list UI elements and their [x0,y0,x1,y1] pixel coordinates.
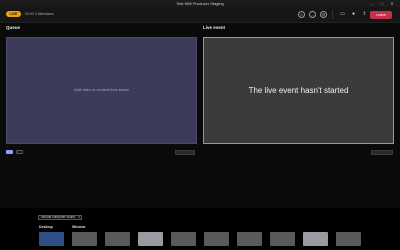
queue-hint: Add video or content from below [74,88,129,92]
live-event-title: Live event [203,25,226,30]
share-icon[interactable]: ⇪ [361,11,368,18]
live-event-panel: The live event hasn't started [203,37,394,144]
window-thumbnail[interactable] [171,232,196,246]
window-thumbnail[interactable] [303,232,328,246]
minimize-icon[interactable]: – [368,0,376,7]
elapsed-time: 00:00 [25,12,34,16]
audio-source-dropdown[interactable]: Include computer sound ▾ [38,215,82,220]
producer-toolbar: LIVE 00:00 0 Attendees ☺ … ⚙ ▭ ● ⇪ Leave [0,7,400,23]
title-bar: Test MW Producer Staging – □ ✕ [0,0,400,7]
window-thumbnail[interactable] [336,232,361,246]
camera-icon[interactable]: ▭ [339,11,346,18]
window-label: Window [72,225,86,229]
send-live-button[interactable] [175,150,195,155]
attendee-count: 0 Attendees [35,12,54,16]
maximize-icon[interactable]: □ [378,0,386,7]
dropdown-value: Include computer sound [41,215,76,219]
queue-panel[interactable]: Add video or content from below [6,37,197,144]
leave-button-label: Leave [376,13,386,17]
single-layout-button[interactable] [6,150,13,154]
window-title: Test MW Producer Staging [176,1,224,6]
window-thumbnail[interactable] [105,232,130,246]
mic-icon[interactable]: ● [350,11,357,18]
leave-button[interactable]: Leave [370,11,392,19]
window-thumbnail[interactable] [237,232,262,246]
window-thumbnail[interactable] [138,232,163,246]
chevron-down-icon: ▾ [78,215,80,219]
close-icon[interactable]: ✕ [388,0,396,7]
side-by-side-layout-button[interactable] [16,150,23,154]
toolbar-divider [332,10,333,19]
window-thumbnail[interactable] [204,232,229,246]
desktop-thumbnail[interactable] [39,232,64,246]
queue-title: Queue [6,25,21,30]
window-thumbnail[interactable] [72,232,97,246]
window-thumbnail[interactable] [270,232,295,246]
start-button[interactable] [371,150,393,155]
desktop-label: Desktop [39,225,53,229]
live-event-message: The live event hasn't started [248,86,349,95]
chat-icon[interactable]: … [309,11,316,18]
people-icon[interactable]: ☺ [298,11,305,18]
settings-icon[interactable]: ⚙ [320,11,327,18]
status-pill: LIVE [6,11,21,17]
